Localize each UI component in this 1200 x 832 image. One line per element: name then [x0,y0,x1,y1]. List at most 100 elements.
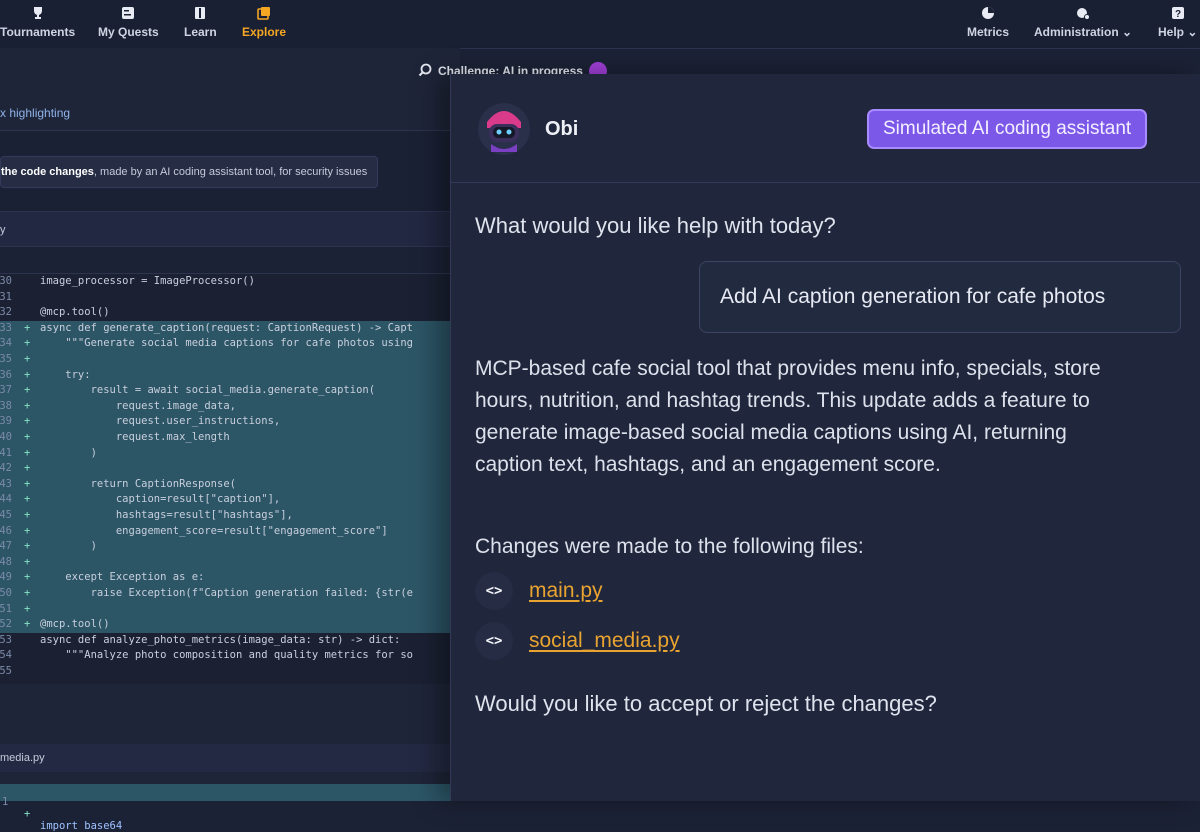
line-number: 37 [0,384,12,397]
nav-administration[interactable]: Administration ⌄ [1034,6,1132,39]
code-text: return CaptionResponse( [40,477,236,490]
code-text: ) [40,540,97,553]
nav-label: Metrics [967,25,1010,39]
line-number: 40 [0,431,12,443]
line-number: 35 [0,353,12,365]
line-number: 42 [0,462,12,475]
code-header [0,247,450,274]
code-text: ) [40,446,97,459]
code-line: 41 + ) [0,445,450,462]
code-text: async def generate_caption(request: Capt… [40,321,413,334]
code-line: 37 + result = await social_media.generate… [0,383,450,399]
search-icon [418,63,432,80]
line-number: 52 [0,618,12,631]
code-text: engagement_score=result["engagement_scor… [40,524,388,537]
chevron-down-icon: ⌄ [1122,25,1133,39]
code-line: 40 + request.max_length [0,430,450,446]
file-header[interactable]: y [0,212,450,247]
code-line: 55 [0,664,450,680]
syntax-highlighting-label: x highlighting [0,106,71,120]
added-marker: + [24,587,31,599]
changes-intro: Changes were made to the following files… [475,535,864,558]
file-link-label[interactable]: main.py [529,579,603,603]
line-number: 45 [0,509,12,521]
added-marker: + [24,353,31,365]
added-marker: + [24,493,31,506]
line-number: 54 [0,649,12,662]
code-line: 39 + request.user_instructions, [0,414,450,430]
line-number: 53 [0,633,12,646]
line-number: 33 [0,321,12,334]
user-message: Add AI caption generation for cafe photo… [699,261,1181,333]
syntax-highlighting-row[interactable]: x highlighting [0,96,450,131]
nav-help[interactable]: ? Help ⌄ [1158,6,1197,39]
code-line: 46 + engagement_score=result["engagement_… [0,523,450,540]
added-marker: + [24,446,31,459]
added-marker: + [24,462,31,475]
code-text: """Generate social media captions for ca… [40,337,413,350]
code-line: 35 + [0,352,450,368]
line-number: 34 [0,337,12,350]
added-marker: + [24,602,31,615]
code-line: 32 @mcp.tool() [0,305,450,321]
trophy-icon [31,6,45,20]
code-text: @mcp.tool() [40,306,110,319]
nav-my-quests[interactable]: My Quests [98,6,159,39]
line-number: 30 [0,275,12,287]
added-marker: + [24,618,31,631]
quests-icon [121,6,135,20]
nav-label: Tournaments [0,25,76,39]
code-file-icon: <> [475,622,513,660]
code-line: 52 + @mcp.tool() [0,617,450,633]
line-number: 36 [0,368,12,381]
file-link-main[interactable]: <> main.py [475,571,603,611]
line-number: 31 [0,290,12,303]
line-number: 50 [0,587,12,599]
help-icon: ? [1171,6,1185,20]
chat-header: Obi Simulated AI coding assistant [451,74,1200,183]
nav-tournaments[interactable]: Tournaments [0,6,75,39]
review-instruction-row: the code changes, made by an AI coding a… [0,131,450,212]
nav-label: Explore [242,25,287,39]
nav-explore[interactable]: Explore [242,6,286,39]
line-number: 49 [0,571,12,584]
accept-reject-question: Would you like to accept or reject the c… [475,691,937,716]
added-marker: + [24,368,31,381]
nav-metrics[interactable]: Metrics [967,6,1009,39]
explore-icon [257,6,271,20]
code-text: import base64 [40,820,123,832]
added-marker: + [24,540,31,553]
added-marker: + [24,571,31,584]
line-number: 1 [2,796,9,808]
review-instruction: the code changes, made by an AI coding a… [0,156,379,188]
file-link-social-media[interactable]: <> social_media.py [475,621,680,661]
assistant-badge: Simulated AI coding assistant [867,109,1148,149]
file-link-label[interactable]: social_media.py [529,629,680,653]
code-text: except Exception as e: [40,571,205,584]
line-number: 48 [0,555,12,568]
code-line: 47 + ) [0,539,450,555]
code-line: 45 + hashtags=result["hashtags"], [0,508,450,524]
code-text: try: [40,368,91,381]
added-marker: + [24,555,31,568]
nav-label: Learn [184,25,217,39]
svg-text:?: ? [1175,9,1181,20]
code-line: 38 + request.image_data, [0,398,450,415]
avatar [477,102,531,156]
line-number: 55 [0,665,12,677]
code-text: request.image_data, [40,399,236,412]
code-text: caption=result["caption"], [40,493,281,506]
code-line: 44 + caption=result["caption"], [0,492,450,508]
code-diff: 30 image_processor = ImageProcessor() 31 32… [0,274,450,684]
line-number: 47 [0,540,12,553]
assistant-chat-panel: Obi Simulated AI coding assistant What w… [450,74,1200,801]
code-text: result = await social_media.generate_cap… [40,384,376,397]
nav-label: Help ⌄ [1158,25,1198,39]
code-file-icon: <> [475,572,513,610]
nav-learn[interactable]: Learn [184,6,217,39]
user-message-text: Add AI caption generation for cafe photo… [720,285,1106,308]
admin-icon [1076,6,1091,20]
added-marker: + [24,431,31,443]
code-text: @mcp.tool() [40,618,110,631]
code-line: 34 + """Generate social media captions fo… [0,336,450,352]
